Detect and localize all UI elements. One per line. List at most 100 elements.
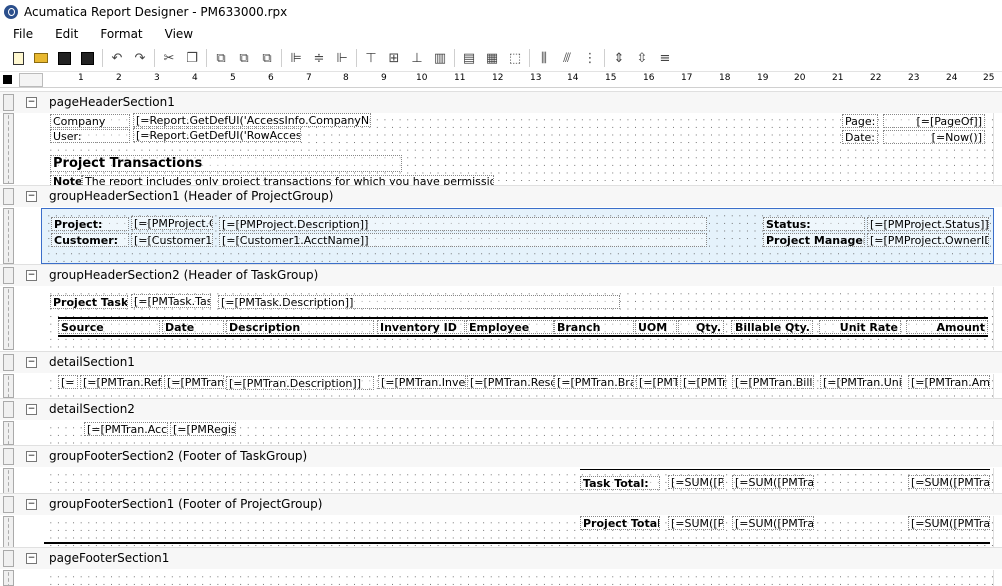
- detail-field-billable-qty[interactable]: [=[PMTran.Billa: [732, 375, 814, 389]
- user-field[interactable]: [=Report.GetDefUI('RowAccessIn: [133, 128, 301, 142]
- band-group-footer-task[interactable]: − groupFooterSection2 (Footer of TaskGro…: [0, 445, 1002, 467]
- column-header-description[interactable]: Description: [226, 320, 374, 334]
- task-total-billable-qty[interactable]: [=SUM([PMTra: [732, 475, 814, 489]
- project-task-label[interactable]: Project Task:: [50, 295, 128, 309]
- band-page-header[interactable]: − pageHeaderSection1: [0, 91, 1002, 113]
- task-total-amount[interactable]: [=SUM([PMTra: [908, 475, 990, 489]
- detail-field-description[interactable]: [=[PMTran.Description]]: [226, 376, 374, 390]
- detail-field-branch[interactable]: [=[PMTran.Bra: [554, 375, 634, 389]
- detail-field-refnbr[interactable]: [=[PMTran.RefN: [80, 375, 162, 389]
- section-page-header[interactable]: Company [=Report.GetDefUI('AccessInfo.Co…: [44, 113, 994, 187]
- align-center-icon[interactable]: ≑: [310, 49, 328, 67]
- align-middle-icon[interactable]: ⊞: [385, 49, 403, 67]
- column-header-billable-qty[interactable]: Billable Qty.: [731, 320, 813, 334]
- project-total-billable-qty[interactable]: [=SUM([PMTra: [732, 516, 814, 530]
- menu-format[interactable]: Format: [87, 27, 151, 41]
- section-page-footer[interactable]: [44, 570, 994, 586]
- task-total-qty[interactable]: [=SUM([P: [668, 475, 724, 489]
- hspace-inc-icon[interactable]: ⫼: [535, 49, 553, 67]
- send-back-icon[interactable]: ⧉: [235, 49, 253, 67]
- project-total-amount[interactable]: [=SUM([PMTra: [908, 516, 990, 530]
- section-group-header-task[interactable]: Project Task: [=[PMTask.Tas [=[PMTask.De…: [44, 287, 994, 350]
- band-page-footer[interactable]: − pageFooterSection1: [0, 547, 1002, 569]
- collapse-toggle-icon[interactable]: −: [26, 553, 37, 564]
- size-icon[interactable]: ▦: [483, 49, 501, 67]
- same-size-icon[interactable]: ▥: [431, 49, 449, 67]
- collapse-toggle-icon[interactable]: −: [26, 191, 37, 202]
- task-total-label[interactable]: Task Total:: [580, 476, 660, 490]
- detail-field-amount[interactable]: [=[PMTran.Am: [908, 375, 990, 389]
- align-top-icon[interactable]: ⊤: [362, 49, 380, 67]
- open-icon[interactable]: [32, 49, 50, 67]
- band-group-footer-project[interactable]: − groupFooterSection1 (Footer of Project…: [0, 493, 1002, 515]
- detail-field-date[interactable]: [=[PMTran.: [164, 375, 224, 389]
- align-right-icon[interactable]: ⊩: [333, 49, 351, 67]
- menu-view[interactable]: View: [152, 27, 202, 41]
- size-grid-icon[interactable]: ▤: [460, 49, 478, 67]
- align-bottom-icon[interactable]: ⊥: [408, 49, 426, 67]
- customer-label[interactable]: Customer:: [51, 233, 129, 247]
- project-manager-field[interactable]: [=[PMProject.OwnerID_: [867, 233, 989, 247]
- column-header-employee[interactable]: Employee: [466, 320, 554, 334]
- customer-name-field[interactable]: [=[Customer1.AcctName]]: [219, 233, 707, 247]
- band-group-header-task[interactable]: − groupHeaderSection2 (Header of TaskGro…: [0, 264, 1002, 286]
- date-label[interactable]: Date:: [842, 130, 878, 144]
- collapse-toggle-icon[interactable]: −: [26, 451, 37, 462]
- project-label[interactable]: Project:: [51, 217, 129, 231]
- cut-icon[interactable]: ✂: [160, 49, 178, 67]
- detail-field-register[interactable]: [=[PMRegist: [170, 422, 236, 436]
- user-label[interactable]: User:: [50, 129, 130, 143]
- collapse-toggle-icon[interactable]: −: [26, 357, 37, 368]
- column-header-inventory-id[interactable]: Inventory ID: [377, 320, 465, 334]
- vspace-remove-icon[interactable]: ≡: [656, 49, 674, 67]
- column-header-unit-rate[interactable]: Unit Rate: [819, 320, 901, 334]
- undo-icon[interactable]: ↶: [108, 49, 126, 67]
- save-as-icon[interactable]: [78, 49, 96, 67]
- page-of-field[interactable]: [=[PageOf]]: [883, 114, 985, 128]
- column-header-uom[interactable]: UOM: [635, 320, 677, 334]
- detail-field-origmodule[interactable]: [=: [58, 375, 78, 389]
- detail-field-uom[interactable]: [=[PMT: [636, 375, 678, 389]
- column-header-date[interactable]: Date: [162, 320, 224, 334]
- vspace-inc-icon[interactable]: ⇕: [610, 49, 628, 67]
- collapse-toggle-icon[interactable]: −: [26, 499, 37, 510]
- section-group-footer-task[interactable]: Task Total: [=SUM([P [=SUM([PMTra [=SUM(…: [44, 468, 994, 494]
- page-label[interactable]: Page:: [842, 114, 878, 128]
- column-header-qty[interactable]: Qty.: [678, 320, 724, 334]
- date-field[interactable]: [=Now()]: [883, 130, 985, 144]
- detail-field-qty[interactable]: [=[PMTr: [680, 375, 726, 389]
- copy-icon[interactable]: ❐: [183, 49, 201, 67]
- report-title[interactable]: Project Transactions: [50, 155, 402, 172]
- vspace-equal-icon[interactable]: ⋮: [581, 49, 599, 67]
- detail-field-resource[interactable]: [=[PMTran.Reso: [467, 375, 554, 389]
- detail-field-inventory[interactable]: [=[PMTran.Invent: [378, 375, 466, 389]
- hspace-dec-icon[interactable]: ⫻: [558, 49, 576, 67]
- align-left-icon[interactable]: ⊫: [287, 49, 305, 67]
- column-header-source[interactable]: Source: [58, 320, 160, 334]
- company-name-field[interactable]: [=Report.GetDefUI('AccessInfo.CompanyNam…: [133, 113, 371, 127]
- bring-front-icon[interactable]: ⧉: [212, 49, 230, 67]
- task-description-field[interactable]: [=[PMTask.Description]]: [218, 295, 620, 309]
- collapse-toggle-icon[interactable]: −: [26, 270, 37, 281]
- ruler-corner[interactable]: [3, 75, 12, 84]
- customer-id-field[interactable]: [=[Customer1.: [131, 233, 213, 247]
- detail-field-account[interactable]: [=[PMTran.Acco: [84, 422, 168, 436]
- menu-edit[interactable]: Edit: [42, 27, 87, 41]
- menu-file[interactable]: File: [0, 27, 42, 41]
- project-total-label[interactable]: Project Total:: [580, 516, 660, 530]
- project-cd-field[interactable]: [=[PMProject.C: [131, 216, 213, 230]
- project-manager-label[interactable]: Project Manager:: [763, 233, 865, 247]
- collapse-toggle-icon[interactable]: −: [26, 97, 37, 108]
- hspace-equal-icon[interactable]: ⬚: [506, 49, 524, 67]
- group-icon[interactable]: ⧉: [258, 49, 276, 67]
- project-description-field[interactable]: [=[PMProject.Description]]: [219, 217, 707, 231]
- task-cd-field[interactable]: [=[PMTask.Tas: [131, 294, 211, 308]
- band-group-header-project[interactable]: − groupHeaderSection1 (Header of Project…: [0, 185, 1002, 207]
- band-detail-1[interactable]: − detailSection1: [0, 351, 1002, 373]
- collapse-toggle-icon[interactable]: −: [26, 404, 37, 415]
- column-header-amount[interactable]: Amount: [906, 320, 988, 334]
- vspace-dec-icon[interactable]: ⇳: [633, 49, 651, 67]
- band-detail-2[interactable]: − detailSection2: [0, 398, 1002, 420]
- company-label[interactable]: Company: [50, 114, 130, 128]
- save-icon[interactable]: [55, 49, 73, 67]
